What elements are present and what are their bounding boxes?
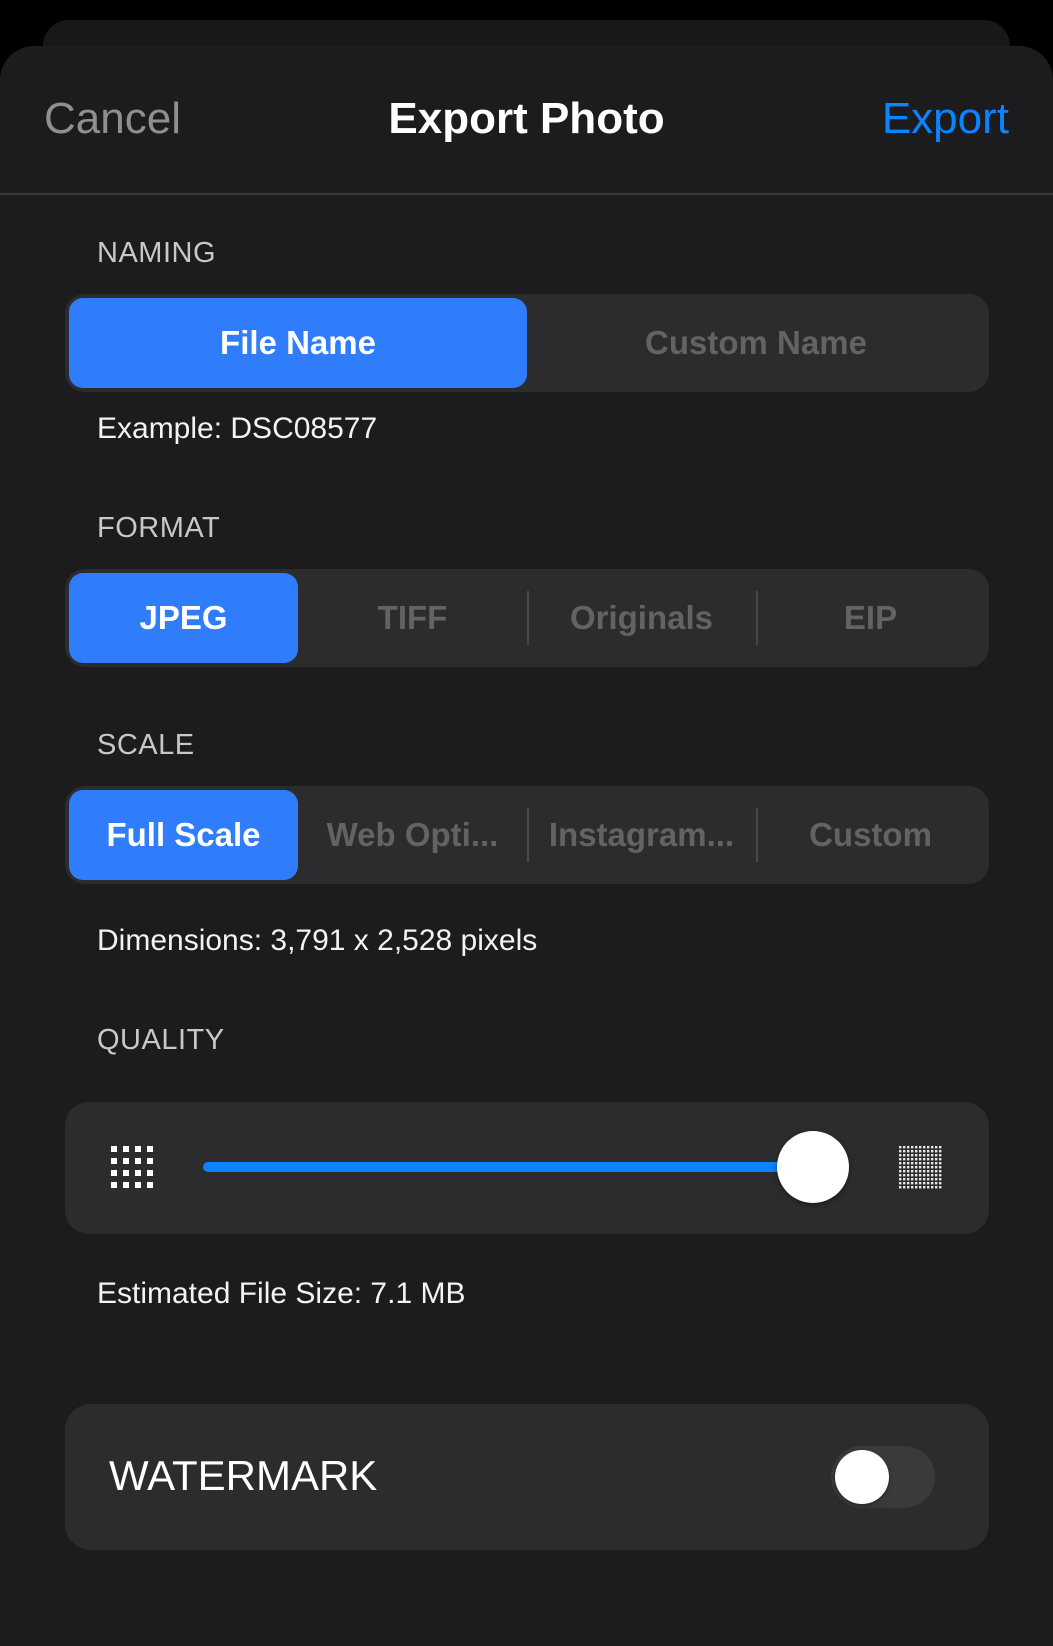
low-quality-grid-icon <box>111 1146 153 1188</box>
watermark-toggle-knob <box>835 1450 889 1504</box>
scale-segmented-control: Full Scale Web Opti... Instagram... Cust… <box>65 786 989 884</box>
export-photo-sheet: Cancel Export Photo Export NAMING File N… <box>0 46 1053 1646</box>
scale-option-full-scale[interactable]: Full Scale <box>69 790 298 880</box>
scale-option-instagram[interactable]: Instagram... <box>527 790 756 880</box>
estimated-file-size-text: Estimated File Size: 7.1 MB <box>97 1277 466 1310</box>
format-option-jpeg[interactable]: JPEG <box>69 573 298 663</box>
watermark-row: WATERMARK <box>65 1404 989 1550</box>
export-button[interactable]: Export <box>882 94 1009 144</box>
naming-option-custom-name[interactable]: Custom Name <box>527 298 985 388</box>
naming-option-file-name[interactable]: File Name <box>69 298 527 388</box>
high-quality-grid-icon <box>899 1146 943 1190</box>
quality-slider-card <box>65 1102 989 1234</box>
format-section-label: FORMAT <box>97 512 221 544</box>
naming-example-text: Example: DSC08577 <box>97 412 378 445</box>
format-option-originals[interactable]: Originals <box>527 573 756 663</box>
quality-slider[interactable] <box>203 1131 849 1203</box>
watermark-label: WATERMARK <box>109 1452 378 1499</box>
format-option-eip[interactable]: EIP <box>756 573 985 663</box>
naming-segmented-control: File Name Custom Name <box>65 294 989 392</box>
scale-section-label: SCALE <box>97 729 195 761</box>
quality-section-label: QUALITY <box>97 1024 225 1056</box>
scale-option-web-optimized[interactable]: Web Opti... <box>298 790 527 880</box>
naming-section-label: NAMING <box>97 237 216 269</box>
dimensions-text: Dimensions: 3,791 x 2,528 pixels <box>97 924 538 957</box>
quality-slider-fill <box>203 1162 813 1172</box>
watermark-toggle[interactable] <box>831 1446 935 1508</box>
format-segmented-control: JPEG TIFF Originals EIP <box>65 569 989 667</box>
navigation-bar: Cancel Export Photo Export <box>0 46 1053 195</box>
format-option-tiff[interactable]: TIFF <box>298 573 527 663</box>
scale-option-custom[interactable]: Custom <box>756 790 985 880</box>
quality-slider-thumb[interactable] <box>777 1131 849 1203</box>
